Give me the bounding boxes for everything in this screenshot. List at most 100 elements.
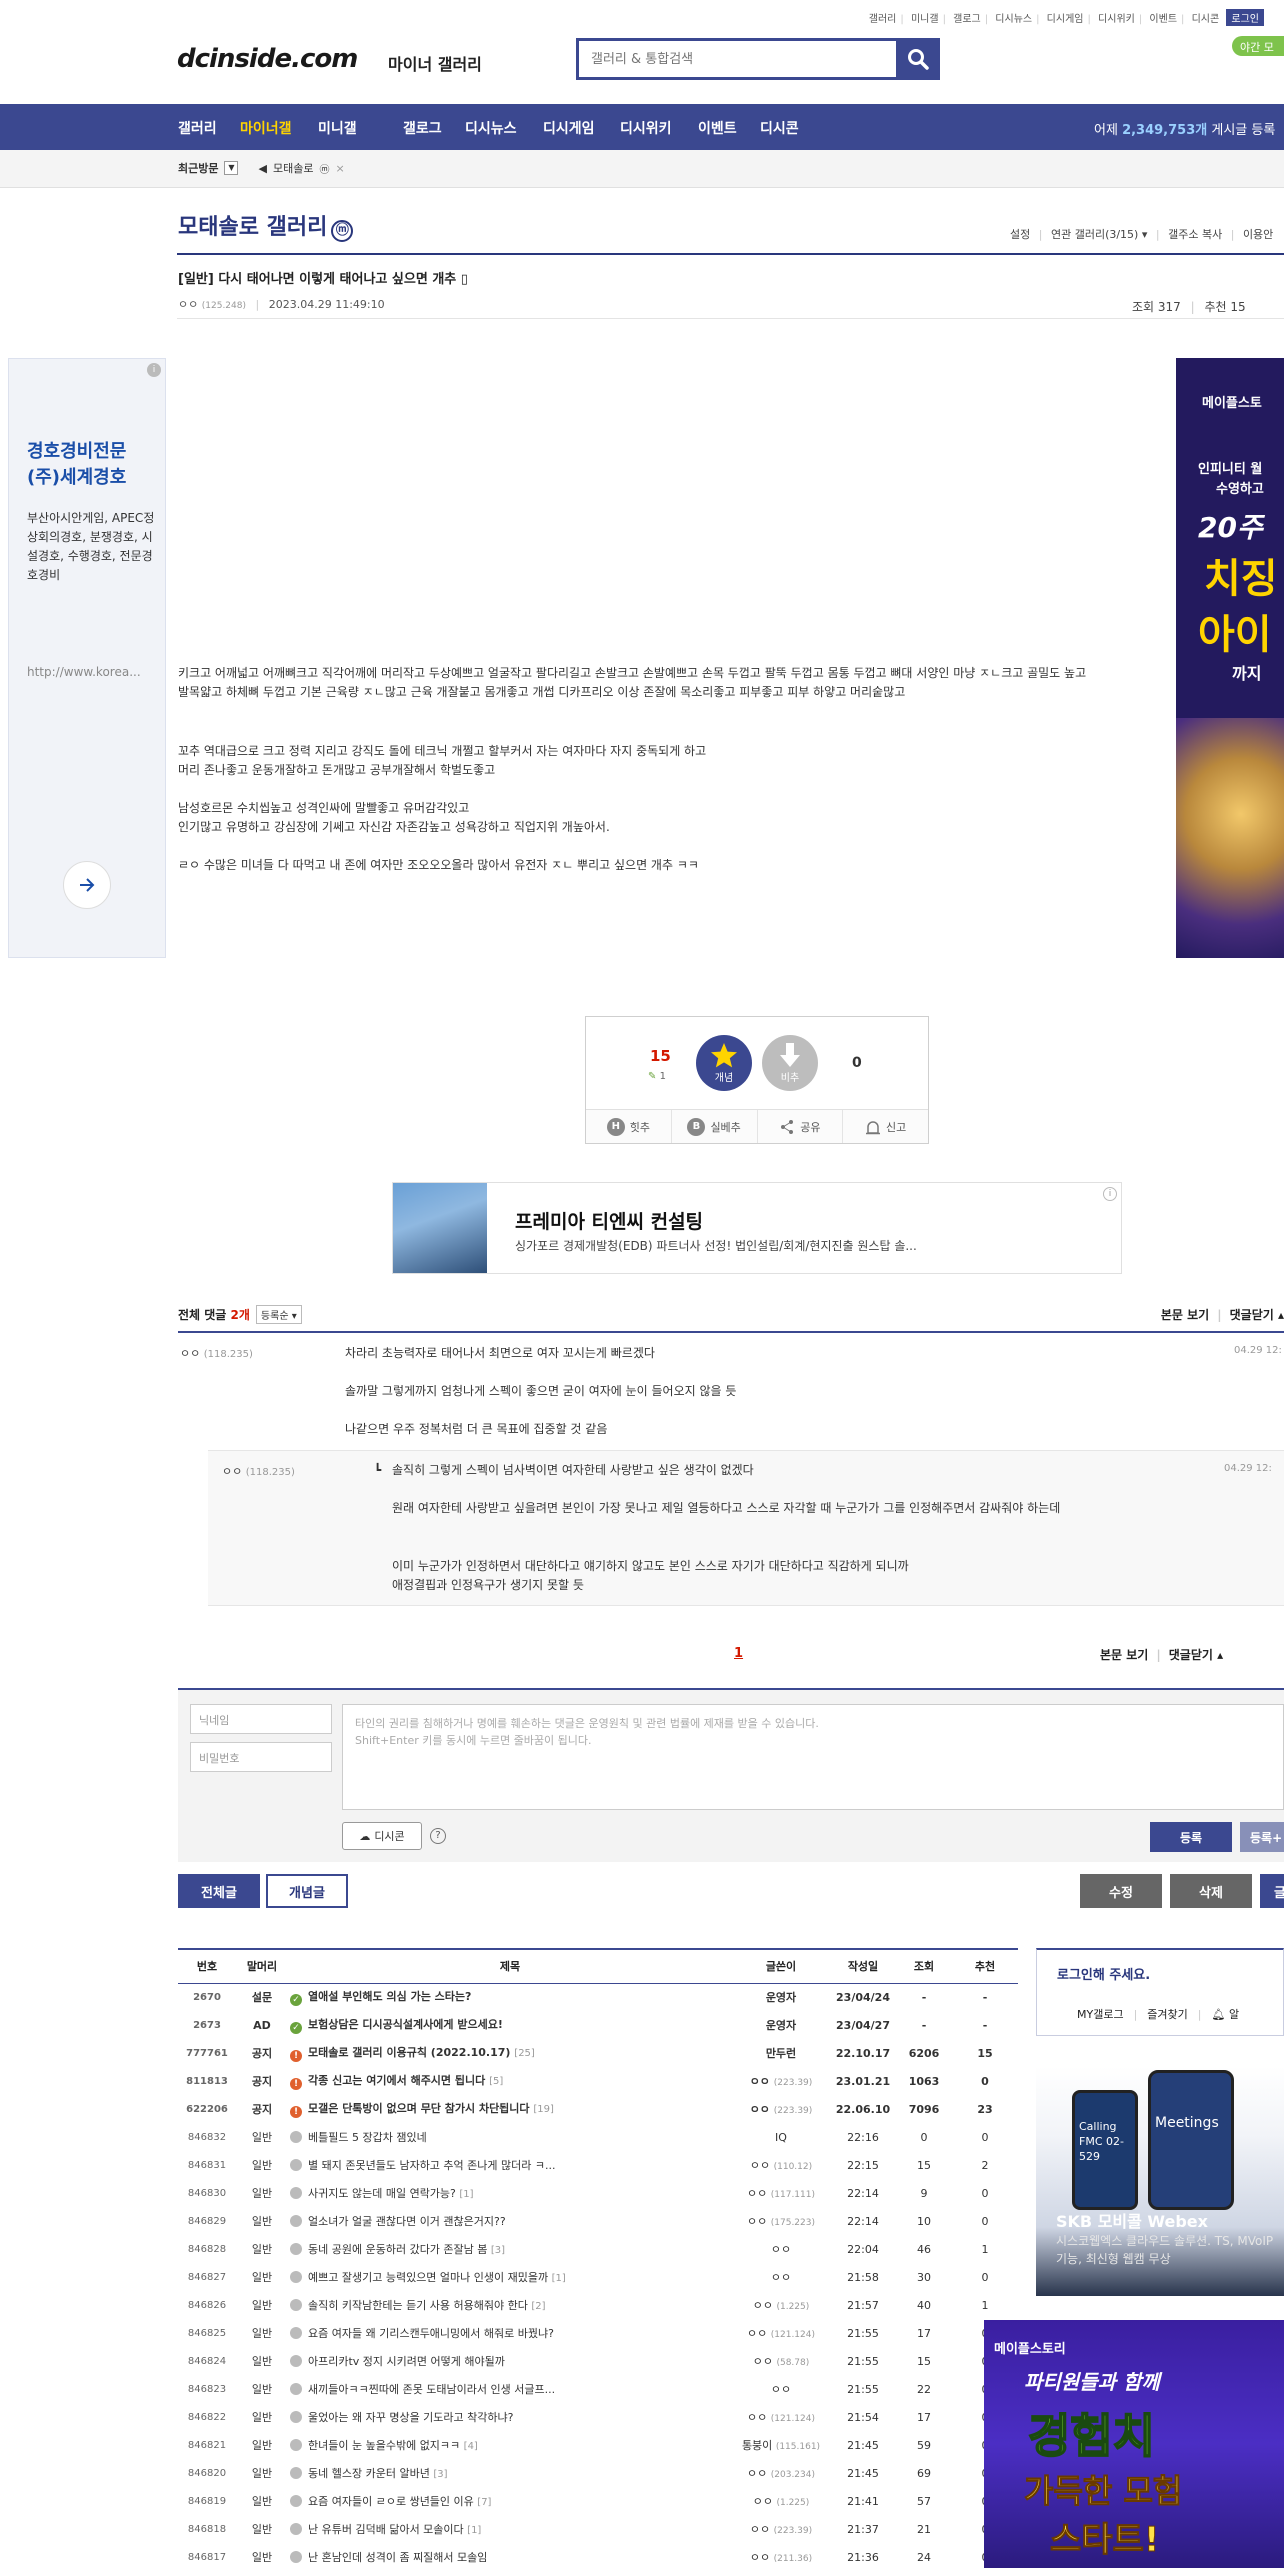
related-gallery-link[interactable]: 연관 갤러리(3/15) [1051, 228, 1138, 241]
alarm-link[interactable]: 알 [1229, 2008, 1239, 2021]
concept-posts-button[interactable]: 개념글 [266, 1874, 348, 1908]
login-prompt[interactable]: 로그인해 주세요. [1057, 1964, 1150, 1983]
delete-button[interactable]: 삭제 [1170, 1874, 1252, 1908]
table-row[interactable]: 777761 공지 ! 모태솔로 갤러리 이용규칙 (2022.10.17) [25]… [178, 2039, 1018, 2067]
recent-gallery-link[interactable]: 모태솔로 [273, 160, 313, 176]
post-writer[interactable]: ㅇㅇ (1.225) [732, 2291, 830, 2319]
comment-author[interactable]: ㅇㅇ (118.235) [180, 1345, 253, 1361]
toplink-gallery[interactable]: 갤러리 [869, 10, 897, 25]
nickname-input[interactable]: 닉네임 [190, 1704, 332, 1734]
toplink-dcwiki[interactable]: 디시위키 [1098, 10, 1135, 25]
table-row[interactable]: 846829 일반 얼소녀가 얼굴 괜찮다면 이거 괜찮은거지?? ㅇㅇ (175.… [178, 2207, 1018, 2235]
search-input[interactable] [579, 41, 879, 77]
help-icon[interactable]: ? [430, 1828, 446, 1844]
post-writer[interactable]: ㅇㅇ (110.12) [732, 2151, 830, 2179]
gnb-event[interactable]: 이벤트 [698, 118, 737, 138]
gnb-dcgame[interactable]: 디시게임 [543, 118, 595, 138]
post-title-link[interactable]: 난 유튜버 김덕배 닮아서 모솔이다 [1] [288, 2515, 732, 2543]
post-title-link[interactable]: ✓ 열애설 부인해도 의심 가는 스타는? [288, 1983, 732, 2011]
consulting-banner-ad[interactable]: 프레미아 티엔씨 컨설팅 싱가포르 경제개발청(EDB) 파트너사 선정! 법인… [392, 1182, 1122, 1274]
post-title-link[interactable]: 요즘 여자들 왜 기리스캔두애니밍에서 해줘로 바꿨냐? [288, 2319, 732, 2347]
info-icon[interactable]: i [147, 363, 161, 377]
all-posts-button[interactable]: 전체글 [178, 1874, 260, 1908]
close-icon[interactable]: × [335, 162, 344, 175]
table-row[interactable]: 846825 일반 요즘 여자들 왜 기리스캔두애니밍에서 해줘로 바꿨냐? ㅇㅇ … [178, 2319, 1018, 2347]
table-row[interactable]: 811813 공지 ! 각종 신고는 여기에서 해주시면 됩니다 [5] ㅇㅇ (223… [178, 2067, 1018, 2095]
night-mode-toggle[interactable]: 야간 모 [1232, 36, 1284, 56]
post-writer[interactable]: 운영자 [732, 1983, 830, 2011]
table-row[interactable]: 846823 일반 새끼들아ㅋㅋ찐따에 존못 도태남이라서 인생 서글프... ㅇㅇ… [178, 2375, 1018, 2403]
table-row[interactable]: 846820 일반 동네 헬스장 카운터 알바년 [3] ㅇㅇ (203.234) 21… [178, 2459, 1018, 2487]
post-writer[interactable]: ㅇㅇ (58.78) [732, 2347, 830, 2375]
downvote-button[interactable]: 비추 [762, 1035, 818, 1091]
edit-button[interactable]: 수정 [1080, 1874, 1162, 1908]
gnb-mini[interactable]: 미니갤 [318, 118, 357, 138]
favorites-link[interactable]: 즐겨찾기 [1147, 2008, 1187, 2021]
comment-textarea[interactable]: 타인의 권리를 침해하거나 명예를 훼손하는 댓글은 운영원칙 및 관련 법률에… [342, 1704, 1284, 1810]
post-writer[interactable]: ㅇㅇ (117.111) [732, 2179, 830, 2207]
table-row[interactable]: 846819 일반 요즘 여자들이 ㄹㅇ로 쌍년들인 이유 [7] ㅇㅇ (1.225… [178, 2487, 1018, 2515]
table-row[interactable]: 622206 공지 ! 모갤은 단톡방이 없으며 무단 참가시 차단됩니다 [19] ㅇ… [178, 2095, 1018, 2123]
post-writer[interactable]: IQ [732, 2123, 830, 2151]
post-title-link[interactable]: 동네 헬스장 카운터 알바년 [3] [288, 2459, 732, 2487]
gnb-gallog[interactable]: 갤로그 [403, 118, 442, 138]
table-row[interactable]: 846818 일반 난 유튜버 김덕배 닮아서 모솔이다 [1] ㅇㅇ (223.39… [178, 2515, 1018, 2543]
maplestory-ad[interactable]: 메이플스토리 파티원들과 함께 경험치 가득한 모험 스타트! [984, 2320, 1284, 2568]
post-writer[interactable]: ㅇㅇ (175.223) [732, 2207, 830, 2235]
close-comments-button[interactable]: 댓글닫기 [1169, 1648, 1213, 1662]
table-row[interactable]: 846832 일반 베틀필드 5 장갑차 잼있네 IQ 22:16 0 0 [178, 2123, 1018, 2151]
post-title-link[interactable]: 새끼들아ㅋㅋ찐따에 존못 도태남이라서 인생 서글프... [288, 2375, 732, 2403]
info-icon[interactable]: i [1103, 1187, 1117, 1201]
copy-url-link[interactable]: 갤주소 복사 [1168, 228, 1222, 241]
skb-ad[interactable]: Calling FMC 02-529 Meetings SKB 모비콜 Webe… [1036, 2066, 1284, 2296]
password-input[interactable]: 비밀번호 [190, 1742, 332, 1772]
hit-recommend-button[interactable]: H 힛추 [586, 1110, 672, 1143]
toplink-dcnews[interactable]: 디시뉴스 [995, 10, 1032, 25]
report-button[interactable]: 신고 [843, 1110, 928, 1143]
toplink-event[interactable]: 이벤트 [1149, 10, 1177, 25]
post-author[interactable]: ㅇㅇ [178, 298, 198, 311]
left-side-ad[interactable]: i 경호경비전문 (주)세계경호 부산아시안게임, APEC정상회의경호, 분쟁… [8, 358, 166, 958]
dccon-button[interactable]: ☁ 디시콘 [342, 1822, 422, 1850]
post-writer[interactable]: ㅇㅇ (223.39) [732, 2067, 830, 2095]
comment-page-1[interactable]: 1 [734, 1646, 743, 1661]
right-side-ad[interactable]: 메이플스토 인피니티 월 수영하고 20주 치징 아이 까지 [1176, 358, 1284, 958]
post-title-link[interactable]: ✓ 보험상담은 디시공식설계사에게 받으세요! [288, 2011, 732, 2039]
post-title-link[interactable]: 요즘 여자들이 ㄹㅇ로 쌍년들인 이유 [7] [288, 2487, 732, 2515]
gnb-dcnews[interactable]: 디시뉴스 [465, 118, 517, 138]
register-button[interactable]: 등록 [1150, 1822, 1232, 1852]
post-title-link[interactable]: 사귀지도 않는데 매일 연락가능? [1] [288, 2179, 732, 2207]
table-row[interactable]: 846826 일반 솔직히 키작남한테는 듣기 사용 허용해줘야 한다 [2] ㅇㅇ … [178, 2291, 1018, 2319]
post-title-link[interactable]: 얼소녀가 얼굴 괜찮다면 이거 괜찮은거지?? [288, 2207, 732, 2235]
post-title-link[interactable]: 난 혼남인데 성격이 좀 찌질해서 모솔임 [288, 2543, 732, 2571]
upvote-button[interactable]: 개념 [696, 1035, 752, 1091]
logo-subtitle[interactable]: 마이너 갤러리 [388, 51, 482, 75]
login-button[interactable]: 로그인 [1226, 9, 1264, 26]
table-row[interactable]: 846821 일반 한녀들이 눈 높을수밖에 없지ㅋㅋ [4] 통붕이 (115.16… [178, 2431, 1018, 2459]
comment-sort-select[interactable]: 등록순 ▾ [255, 1305, 302, 1324]
best-recommend-button[interactable]: B 실베추 [672, 1110, 758, 1143]
chevron-down-icon[interactable]: ▼ [224, 161, 239, 175]
toplink-dcgame[interactable]: 디시게임 [1047, 10, 1084, 25]
post-writer[interactable]: ㅇㅇ (211.36) [732, 2543, 830, 2571]
gallery-title[interactable]: 모태솔로 갤러리 ⓜ [178, 209, 354, 242]
post-writer[interactable]: 통붕이 (115.161) [732, 2431, 830, 2459]
post-writer[interactable]: 만두런 [732, 2039, 830, 2067]
post-title-link[interactable]: ! 모갤은 단톡방이 없으며 무단 참가시 차단됩니다 [19] [288, 2095, 732, 2123]
settings-link[interactable]: 설정 [1010, 228, 1030, 241]
table-row[interactable]: 846817 일반 난 혼남인데 성격이 좀 찌질해서 모솔임 ㅇㅇ (211.36… [178, 2543, 1018, 2571]
close-comments-button[interactable]: 댓글닫기 [1230, 1308, 1274, 1322]
post-writer[interactable]: ㅇㅇ [732, 2235, 830, 2263]
post-title-link[interactable]: 베틀필드 5 장갑차 잼있네 [288, 2123, 732, 2151]
table-row[interactable]: 846831 일반 별 돼지 존못년들도 남자하고 추억 존나게 많더라 ㅋ... … [178, 2151, 1018, 2179]
register-recommend-button[interactable]: 등록+ [1240, 1822, 1284, 1852]
post-title-link[interactable]: 울었아는 왜 자꾸 명상을 기도라고 착각하냐? [288, 2403, 732, 2431]
table-row[interactable]: 846822 일반 울었아는 왜 자꾸 명상을 기도라고 착각하냐? ㅇㅇ (121… [178, 2403, 1018, 2431]
post-writer[interactable]: ㅇㅇ (223.39) [732, 2095, 830, 2123]
table-row[interactable]: 846827 일반 예쁘고 잘생기고 능력있으면 얼마나 인생이 재밌을까 [1] ㅇ… [178, 2263, 1018, 2291]
gnb-dcwiki[interactable]: 디시위키 [620, 118, 672, 138]
post-title-link[interactable]: 별 돼지 존못년들도 남자하고 추억 존나게 많더라 ㅋ... [288, 2151, 732, 2179]
search-button[interactable] [896, 38, 940, 80]
site-logo[interactable]: dcinside.com [177, 44, 358, 74]
bell-icon[interactable]: 🔔︎ [1212, 2008, 1226, 2021]
